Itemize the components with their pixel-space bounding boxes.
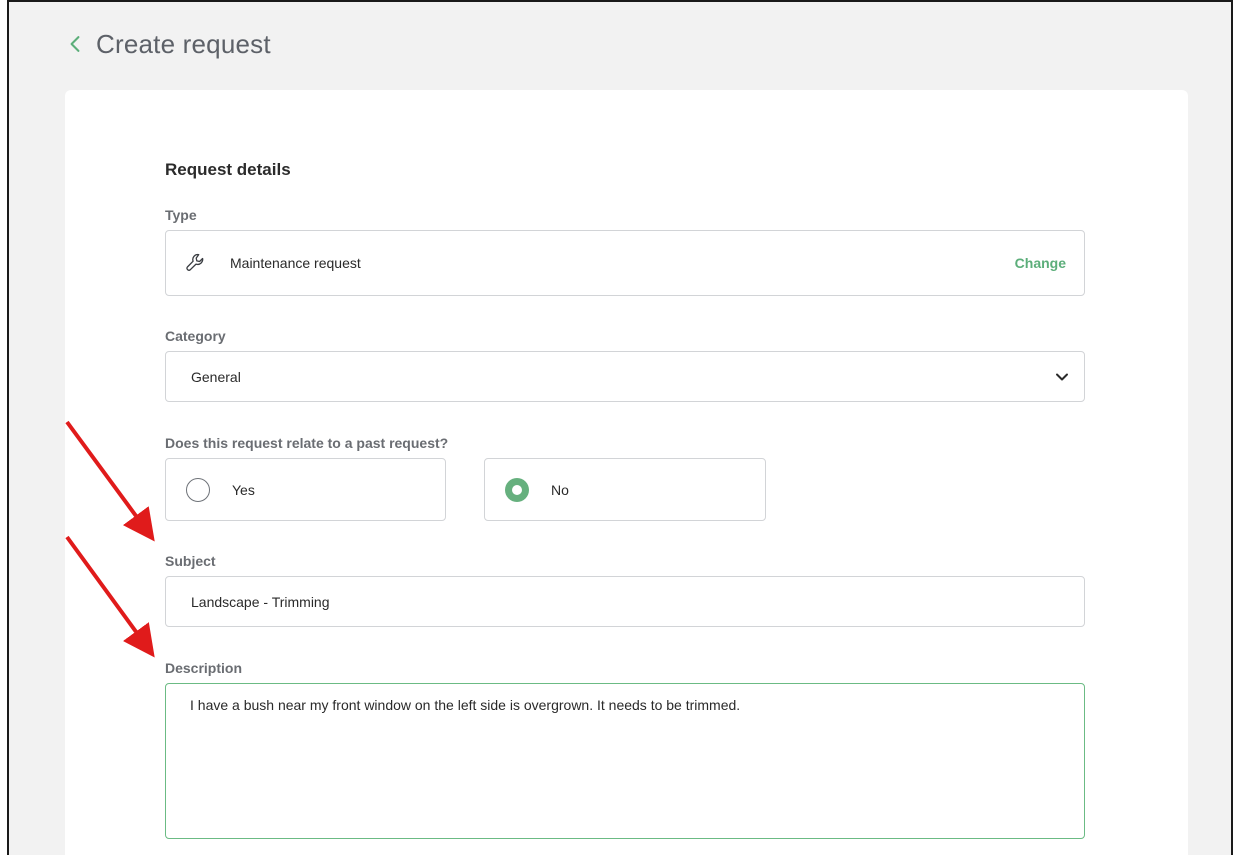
description-textarea[interactable]: I have a bush near my front window on th… <box>165 683 1085 839</box>
category-select[interactable]: General <box>165 351 1085 402</box>
wrench-icon <box>184 251 208 275</box>
request-form-card: Request details Type Maintenance request… <box>65 90 1188 855</box>
radio-label-yes: Yes <box>232 481 255 498</box>
radio-selected-icon <box>505 477 529 502</box>
description-label: Description <box>165 660 243 676</box>
page-title: Create request <box>96 28 271 59</box>
radio-option-yes[interactable]: Yes <box>165 458 446 521</box>
subject-label: Subject <box>165 553 216 569</box>
type-value: Maintenance request <box>230 255 361 271</box>
subject-value: Landscape - Trimming <box>191 593 330 610</box>
change-type-link[interactable]: Change <box>1015 255 1066 271</box>
radio-option-no[interactable]: No <box>484 458 766 521</box>
page-header: Create request <box>64 24 271 64</box>
category-selected-value: General <box>191 368 241 385</box>
radio-unselected-icon <box>186 477 210 502</box>
category-label: Category <box>165 328 226 344</box>
radio-label-no: No <box>551 481 569 498</box>
type-label: Type <box>165 207 197 223</box>
past-request-question: Does this request relate to a past reque… <box>165 435 449 451</box>
type-field: Maintenance request Change <box>165 230 1085 296</box>
chevron-down-icon <box>1054 369 1070 385</box>
chevron-left-icon[interactable] <box>64 24 86 64</box>
subject-input[interactable]: Landscape - Trimming <box>165 576 1085 627</box>
section-title: Request details <box>165 160 291 179</box>
app-frame: Create request Request details Type Main… <box>7 0 1233 855</box>
